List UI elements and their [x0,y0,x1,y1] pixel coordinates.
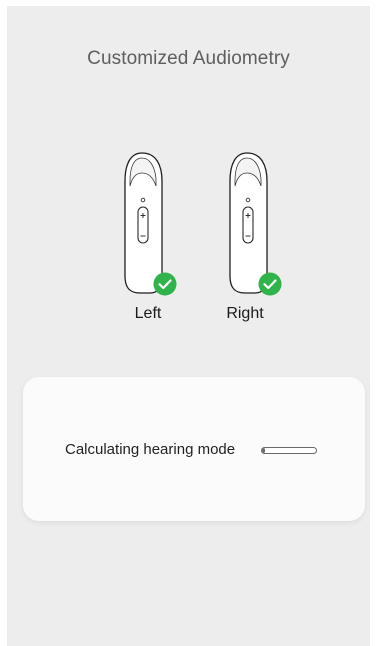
app-screen: Customized Audiometry Left Right Calcula… [7,6,370,646]
progress-bar [261,447,317,454]
left-ear-label: Left [134,305,162,322]
status-card: Calculating hearing mode [23,377,365,521]
check-complete-icon [153,272,177,296]
progress-fill [262,448,265,453]
page-title: Customized Audiometry [87,48,290,69]
right-ear-label: Right [226,305,264,322]
right-hearing-aid [225,151,282,301]
check-complete-icon [258,272,282,296]
left-hearing-aid [120,151,177,301]
status-text: Calculating hearing mode [65,441,236,458]
